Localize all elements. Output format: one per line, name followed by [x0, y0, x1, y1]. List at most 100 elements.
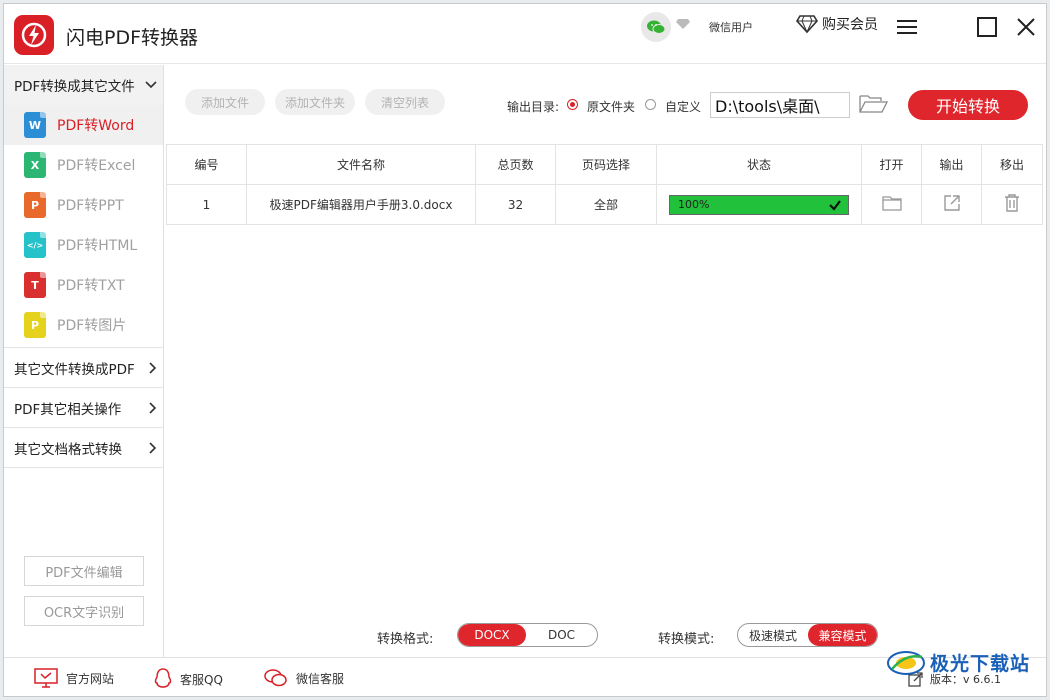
watermark-logo-icon: [887, 651, 925, 675]
sidebar-item-pdf-to-ppt[interactable]: P PDF转PPT: [4, 185, 163, 225]
sidebar-item-label: PDF转Excel: [57, 158, 136, 174]
diamond-icon: [796, 15, 818, 34]
output-dir-label: 输出目录:: [507, 100, 560, 114]
watermark-text: 极光下载站: [930, 652, 1031, 675]
buy-vip-button[interactable]: 购买会员: [796, 14, 878, 34]
html-file-icon: </>: [24, 232, 46, 258]
table-row[interactable]: 1 极速PDF编辑器用户手册3.0.docx 32 全部 100%: [166, 184, 1043, 225]
file-table: 编号 文件名称 总页数 页码选择 状态 打开 输出 移出 1 极速PDF编辑器用…: [166, 144, 1043, 225]
watermark: 极光下载站: [886, 647, 1030, 677]
col-header-pages: 总页数: [475, 144, 556, 185]
sidebar-sub-list: W PDF转Word X PDF转Excel P PDF转PPT </> PDF…: [4, 105, 163, 348]
sidebar: PDF转换成其它文件 W PDF转Word X PDF转Excel P PDF转…: [4, 65, 164, 657]
check-icon: [829, 199, 841, 211]
cell-num: 1: [166, 184, 247, 225]
browse-folder-button[interactable]: [859, 94, 889, 118]
cell-open[interactable]: [861, 184, 922, 225]
format-toggle: DOCX DOC: [457, 623, 598, 647]
radio-custom[interactable]: [645, 99, 656, 110]
maximize-icon: [977, 17, 997, 37]
sidebar-item-pdf-to-html[interactable]: </> PDF转HTML: [4, 225, 163, 265]
title-bar: 闪电PDF转换器 微信用户 购买会员: [4, 4, 1046, 64]
sidebar-section-other-doc-convert[interactable]: 其它文档格式转换: [4, 428, 163, 468]
col-header-num: 编号: [166, 144, 247, 185]
format-option-docx[interactable]: DOCX: [458, 624, 526, 646]
col-header-remove: 移出: [981, 144, 1043, 185]
progress-bar: 100%: [669, 194, 849, 215]
sidebar-section-pdf-to-other[interactable]: PDF转换成其它文件: [4, 65, 163, 105]
cell-filename: 极速PDF编辑器用户手册3.0.docx: [246, 184, 476, 225]
sidebar-section-pdf-other-ops[interactable]: PDF其它相关操作: [4, 388, 163, 428]
close-icon: [1017, 18, 1035, 36]
col-header-output: 输出: [921, 144, 982, 185]
col-header-open: 打开: [861, 144, 922, 185]
cell-remove[interactable]: [981, 184, 1043, 225]
folder-icon[interactable]: [881, 195, 902, 211]
official-website-link[interactable]: 官方网站: [34, 668, 114, 688]
vip-diamond-icon: [676, 19, 690, 29]
chevron-right-icon: [149, 441, 157, 454]
user-name: 微信用户: [709, 21, 753, 34]
app-title: 闪电PDF转换器: [66, 27, 199, 49]
chevron-right-icon: [149, 401, 157, 414]
ppt-file-icon: P: [24, 192, 46, 218]
col-header-status: 状态: [656, 144, 862, 185]
table-header-row: 编号 文件名称 总页数 页码选择 状态 打开 输出 移出: [166, 144, 1043, 185]
sidebar-section-label: 其它文档格式转换: [14, 441, 122, 458]
cell-range[interactable]: 全部: [555, 184, 657, 225]
qq-support-label: 客服QQ: [180, 672, 223, 687]
radio-original-folder[interactable]: [567, 99, 578, 110]
trash-icon[interactable]: [1004, 194, 1020, 212]
sidebar-item-pdf-to-excel[interactable]: X PDF转Excel: [4, 145, 163, 185]
original-folder-label: 原文件夹: [587, 100, 636, 114]
wechat-avatar[interactable]: [641, 12, 671, 42]
cell-output[interactable]: [921, 184, 982, 225]
wechat-icon: [647, 20, 666, 34]
monitor-icon: [34, 668, 58, 688]
official-website-label: 官方网站: [66, 671, 115, 686]
progress-text: 100%: [678, 198, 710, 211]
chevron-right-icon: [149, 361, 157, 374]
chevron-down-icon: [145, 81, 157, 89]
txt-file-icon: T: [24, 272, 46, 298]
image-file-icon: P: [24, 312, 46, 338]
add-file-button[interactable]: 添加文件: [185, 89, 265, 115]
sidebar-item-pdf-to-word[interactable]: W PDF转Word: [4, 105, 163, 145]
hamburger-icon: [897, 20, 917, 34]
qq-support-link[interactable]: 客服QQ: [154, 668, 223, 690]
ocr-button[interactable]: OCR文字识别: [24, 596, 144, 626]
menu-button[interactable]: [894, 14, 920, 40]
wechat-support-label: 微信客服: [296, 671, 345, 686]
mode-option-fast[interactable]: 极速模式: [738, 624, 808, 646]
close-button[interactable]: [1013, 14, 1039, 40]
sidebar-item-label: PDF转TXT: [57, 278, 125, 294]
sidebar-item-pdf-to-txt[interactable]: T PDF转TXT: [4, 265, 163, 305]
folder-open-icon: [859, 95, 889, 113]
sidebar-item-label: PDF转PPT: [57, 198, 124, 214]
pdf-edit-button[interactable]: PDF文件编辑: [24, 556, 144, 586]
mode-label: 转换模式:: [658, 632, 715, 647]
wechat-support-link[interactable]: 微信客服: [264, 668, 344, 688]
cell-status: 100%: [656, 184, 862, 225]
sidebar-item-pdf-to-image[interactable]: P PDF转图片: [4, 305, 163, 345]
sidebar-section-other-to-pdf[interactable]: 其它文件转换成PDF: [4, 348, 163, 388]
wechat-support-icon: [264, 669, 287, 687]
qq-penguin-icon: [154, 668, 172, 688]
format-option-doc[interactable]: DOC: [526, 624, 597, 646]
maximize-button[interactable]: [974, 14, 1000, 40]
mode-option-compat[interactable]: 兼容模式: [808, 624, 877, 646]
external-link-icon[interactable]: [943, 194, 961, 212]
app-logo-icon: [14, 15, 54, 55]
output-path-input[interactable]: [710, 92, 850, 118]
sidebar-item-label: PDF转图片: [57, 318, 127, 334]
sidebar-item-label: PDF转HTML: [57, 238, 138, 254]
clear-list-button[interactable]: 清空列表: [365, 89, 445, 115]
col-header-range: 页码选择: [555, 144, 657, 185]
word-file-icon: W: [24, 112, 46, 138]
col-header-name: 文件名称: [246, 144, 476, 185]
mode-toggle: 极速模式 兼容模式: [737, 623, 878, 647]
add-folder-button[interactable]: 添加文件夹: [275, 89, 355, 115]
main-panel: 添加文件 添加文件夹 清空列表 输出目录: 原文件夹 自定义 开始转换 编号 文…: [165, 65, 1046, 657]
format-label: 转换格式:: [377, 632, 434, 647]
start-convert-button[interactable]: 开始转换: [908, 90, 1028, 120]
